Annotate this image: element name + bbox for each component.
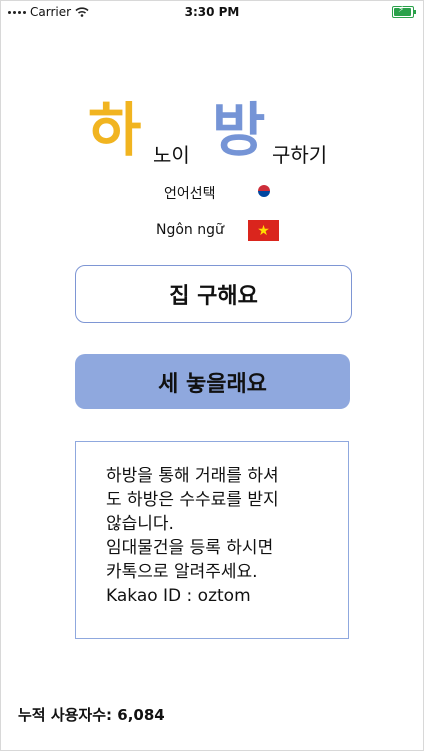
find-house-button[interactable]: 집 구해요 (75, 265, 352, 323)
notice-line: 도 하방은 수수료를 받지 (106, 490, 279, 510)
notice-line: 않습니다. (106, 514, 174, 534)
logo-bang: 방 (212, 96, 266, 164)
notice-line: Kakao ID : oztom (106, 586, 251, 606)
logo-guhagi: 구하기 (272, 143, 328, 167)
app-logo: 하 노이 방 구하기 (0, 100, 424, 180)
logo-noi: 노이 (153, 143, 190, 167)
user-counter-value: 6,084 (117, 706, 165, 724)
notice-text: 하방을 통해 거래를 하셔 도 하방은 수수료를 받지 않습니다. 임대물건을 … (106, 464, 341, 608)
vietnamese-language-label: Ngôn ngữ (156, 222, 224, 238)
user-counter: 누적 사용자수: 6,084 (18, 704, 165, 725)
notice-line: 하방을 통해 거래를 하셔 (106, 466, 279, 486)
rent-out-button[interactable]: 세 놓을래요 (75, 354, 350, 409)
notice-box: 하방을 통해 거래를 하셔 도 하방은 수수료를 받지 않습니다. 임대물건을 … (75, 441, 349, 639)
notice-line: 임대물건을 등록 하시면 (106, 538, 274, 558)
user-counter-label: 누적 사용자수: (18, 706, 113, 724)
notice-line: 카톡으로 알려주세요. (106, 562, 258, 582)
status-time: 3:30 PM (184, 5, 240, 19)
korea-flag-icon[interactable] (252, 182, 276, 200)
korean-language-label: 언어선택 (164, 186, 216, 202)
logo-ha: 하 (88, 96, 142, 164)
status-bar: Carrier 3:30 PM ⚡ (0, 0, 424, 24)
vietnam-flag-icon[interactable]: ★ (248, 220, 279, 241)
battery-icon: ⚡ (392, 5, 416, 18)
charging-bolt-icon: ⚡ (398, 5, 405, 15)
